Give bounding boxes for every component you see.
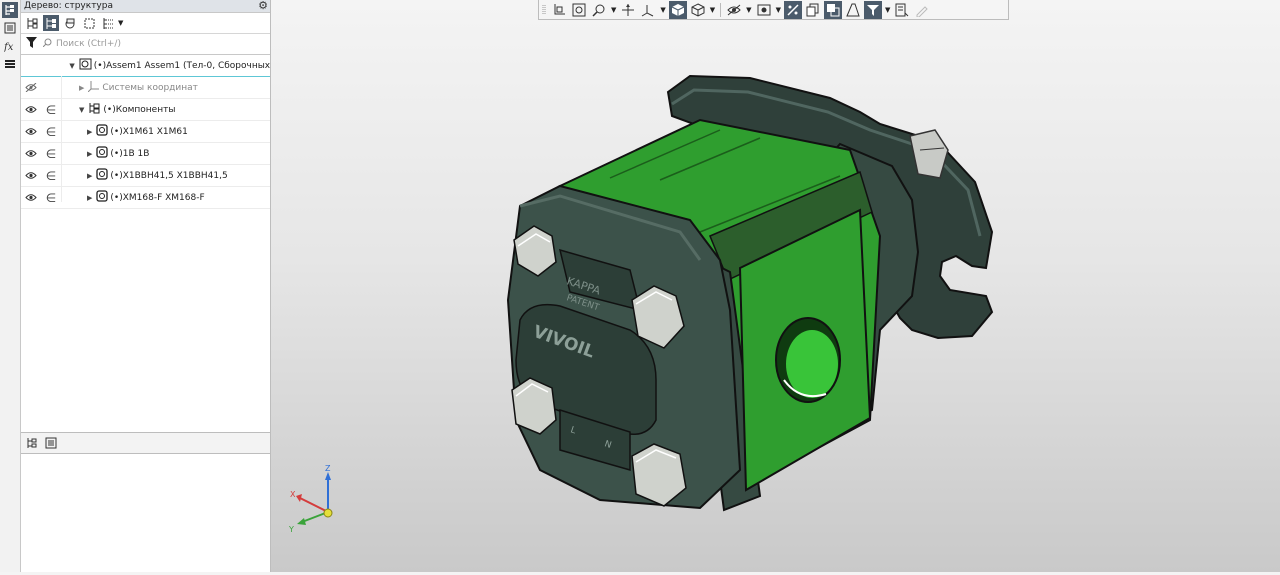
eye-hidden-icon[interactable] <box>21 83 41 92</box>
chevron-down-icon[interactable]: ▼ <box>118 19 123 27</box>
properties-icon[interactable] <box>2 20 18 36</box>
tree-item-label: (•)1В 1В <box>110 148 150 159</box>
tree-item-label: (•)Assem1 Assem1 (Тел-0, Сборочных е <box>93 60 271 71</box>
search-bar: Поиск (Ctrl+/) <box>21 34 270 55</box>
tree-row-component[interactable]: ∈ ▶ (•)XM168-F XM168-F <box>21 187 270 209</box>
tree-options-icon[interactable] <box>100 15 116 31</box>
bolt-bottom-left <box>511 377 557 435</box>
tree-item-label: Системы координат <box>102 82 198 93</box>
eye-icon[interactable] <box>21 149 41 158</box>
tree-row-assembly[interactable]: ▼ (•)Assem1 Assem1 (Тел-0, Сборочных е <box>21 55 270 77</box>
search-placeholder: Поиск (Ctrl+/) <box>56 39 121 49</box>
tree-row-component[interactable]: ∈ ▶ (•)1В 1В <box>21 143 270 165</box>
tree-structure-icon[interactable] <box>43 15 59 31</box>
tree-row-components[interactable]: ∈ ▼ (•)Компоненты <box>21 99 270 121</box>
search-input[interactable]: Поиск (Ctrl+/) <box>42 36 270 52</box>
zoom-fit-icon[interactable] <box>570 1 588 19</box>
panel-title-bar: Дерево: структура ⚙ <box>21 0 270 13</box>
tree-row-component[interactable]: ∈ ▶ (•)X1BBH41,5 X1BBH41,5 <box>21 165 270 187</box>
port-inner <box>786 330 838 398</box>
eye-icon[interactable] <box>21 127 41 136</box>
section-icon[interactable] <box>783 0 802 19</box>
tree-item-label: (•)XM168-F XM168-F <box>110 192 205 203</box>
pump-model[interactable]: KAPPA PATENT VIVOIL L N Z X Y <box>271 20 1280 572</box>
chevron-down-icon[interactable]: ▼ <box>776 6 781 14</box>
wireframe-cube-icon[interactable] <box>689 1 707 19</box>
include-icon[interactable]: ∈ <box>41 169 61 183</box>
expand-arrow-icon[interactable]: ▼ <box>79 106 84 114</box>
eye-icon[interactable] <box>21 105 41 114</box>
filter-icon[interactable] <box>26 37 37 51</box>
include-icon[interactable]: ∈ <box>41 103 61 117</box>
part-icon <box>96 190 109 205</box>
copy-icon[interactable] <box>804 1 822 19</box>
eye-icon[interactable] <box>21 193 41 202</box>
layers-view-icon[interactable] <box>823 0 842 19</box>
tree-row-coordinate-systems[interactable]: ▶ Системы координат <box>21 77 270 99</box>
part-icon <box>96 124 109 139</box>
collapse-arrow-icon[interactable]: ▶ <box>79 84 84 92</box>
chevron-down-icon[interactable]: ▼ <box>885 6 890 14</box>
display-mode-icon[interactable] <box>755 1 773 19</box>
collapse-arrow-icon[interactable]: ▶ <box>87 128 92 136</box>
components-folder-icon <box>88 102 101 117</box>
separator <box>720 2 722 17</box>
part-icon <box>96 168 109 183</box>
eye-icon[interactable] <box>21 171 41 180</box>
left-strip: fx <box>0 0 21 572</box>
components-filter-icon[interactable] <box>62 15 78 31</box>
axes-view-icon[interactable] <box>639 1 657 19</box>
shaded-cube-icon[interactable] <box>668 0 687 19</box>
view-toolbar: ▼ ▼ ▼ ▼ ▼ ▼ <box>538 0 1009 20</box>
axis-z-label: Z <box>325 464 331 473</box>
tree-item-label: (•)X1M61 X1M61 <box>110 126 188 137</box>
column-divider <box>61 76 62 202</box>
search-icon <box>42 38 52 50</box>
axis-triad <box>296 472 333 525</box>
assembly-icon <box>79 58 92 73</box>
zoom-icon[interactable] <box>590 1 608 19</box>
collapse-arrow-icon[interactable]: ▶ <box>87 150 92 158</box>
coordinate-system-icon <box>88 80 100 95</box>
variables-fx-icon[interactable]: fx <box>2 38 18 54</box>
axis-x-label: X <box>290 490 296 499</box>
include-icon[interactable]: ∈ <box>41 125 61 139</box>
collapse-arrow-icon[interactable]: ▶ <box>87 172 92 180</box>
hide-icon[interactable] <box>725 1 743 19</box>
tab-properties-icon[interactable] <box>43 435 59 451</box>
orientation-icon[interactable] <box>550 1 568 19</box>
bottom-tabs <box>21 432 270 454</box>
toolbar-grip[interactable] <box>540 1 548 19</box>
layers-icon[interactable] <box>2 56 18 72</box>
tree-item-label: (•)X1BBH41,5 X1BBH41,5 <box>110 170 228 181</box>
pan-rotate-icon[interactable] <box>619 1 637 19</box>
properties-panel-icon[interactable] <box>893 1 911 19</box>
part-icon <box>96 146 109 161</box>
include-icon[interactable]: ∈ <box>41 147 61 161</box>
collapse-arrow-icon[interactable]: ▶ <box>87 194 92 202</box>
selection-filter-icon[interactable] <box>863 0 882 19</box>
gear-icon[interactable]: ⚙ <box>258 0 268 11</box>
expand-arrow-icon[interactable]: ▼ <box>69 62 74 70</box>
chevron-down-icon[interactable]: ▼ <box>660 6 665 14</box>
panel-title: Дерево: структура <box>24 1 113 11</box>
tree-panel-icon[interactable] <box>2 2 18 18</box>
tab-tree-icon[interactable] <box>24 435 40 451</box>
axis-y-label: Y <box>288 525 294 534</box>
tree-panel: Дерево: структура ⚙ ▼ Поиск (Ctrl+/) ▼ (… <box>21 0 271 572</box>
include-icon[interactable]: ∈ <box>41 191 61 205</box>
viewport-3d[interactable]: KAPPA PATENT VIVOIL L N Z X Y <box>271 20 1280 572</box>
perspective-icon[interactable] <box>844 1 862 19</box>
pencil-icon[interactable] <box>913 1 931 19</box>
tree-item-label: (•)Компоненты <box>103 104 176 115</box>
chevron-down-icon[interactable]: ▼ <box>746 6 751 14</box>
panel-toolbar: ▼ <box>21 13 270 34</box>
chevron-down-icon[interactable]: ▼ <box>710 6 715 14</box>
svg-text:fx: fx <box>4 42 14 52</box>
select-frame-icon[interactable] <box>81 15 97 31</box>
structure-view-icon[interactable] <box>24 15 40 31</box>
tree-row-component[interactable]: ∈ ▶ (•)X1M61 X1M61 <box>21 121 270 143</box>
chevron-down-icon[interactable]: ▼ <box>611 6 616 14</box>
